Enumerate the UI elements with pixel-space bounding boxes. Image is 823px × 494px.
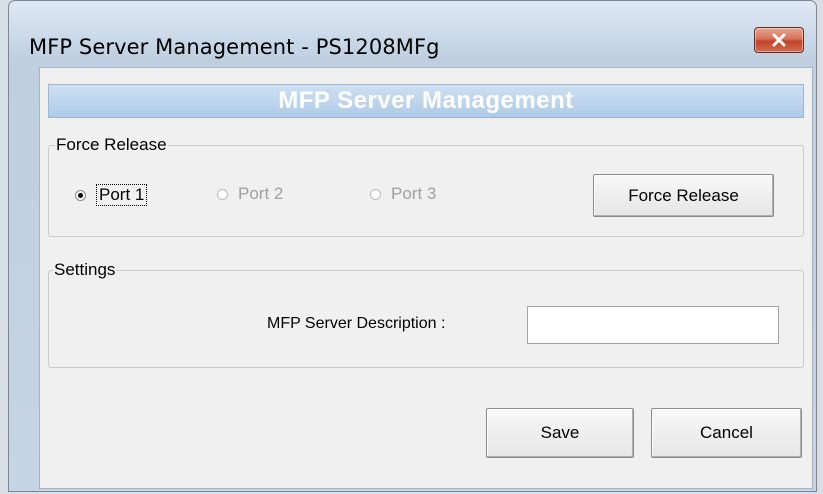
settings-legend: Settings [53, 260, 117, 280]
save-button[interactable]: Save [486, 408, 634, 458]
port-2-label: Port 2 [238, 184, 284, 203]
port-1-label: Port 1 [96, 184, 148, 206]
force-release-legend: Force Release [55, 135, 168, 155]
dialog-window: MFP Server Management - PS1208MFg MFP Se… [8, 0, 817, 492]
radio-unchecked-icon [370, 188, 381, 200]
settings-group: Settings MFP Server Description : [48, 260, 804, 368]
mfp-server-description-label: MFP Server Description : [267, 315, 446, 332]
force-release-group: Force Release Port 1 Port 2 Port 3 Force… [48, 135, 804, 237]
close-icon [772, 33, 786, 47]
radio-unchecked-icon [217, 188, 228, 200]
window-title: MFP Server Management - PS1208MFg [29, 35, 440, 59]
port-2-radio[interactable]: Port 2 [217, 184, 283, 204]
port-3-radio[interactable]: Port 3 [370, 184, 436, 204]
cancel-button[interactable]: Cancel [651, 408, 802, 458]
banner-title: MFP Server Management [278, 87, 574, 114]
port-3-label: Port 3 [391, 184, 437, 203]
dialog-client-area: MFP Server Management Force Release Port… [39, 67, 813, 489]
radio-checked-icon [75, 189, 86, 201]
title-bar[interactable]: MFP Server Management - PS1208MFg [9, 1, 816, 63]
close-button[interactable] [754, 27, 804, 53]
port-1-radio[interactable]: Port 1 [75, 184, 148, 206]
force-release-button[interactable]: Force Release [593, 174, 774, 217]
mfp-server-description-input[interactable] [527, 306, 779, 344]
header-banner: MFP Server Management [48, 84, 804, 118]
